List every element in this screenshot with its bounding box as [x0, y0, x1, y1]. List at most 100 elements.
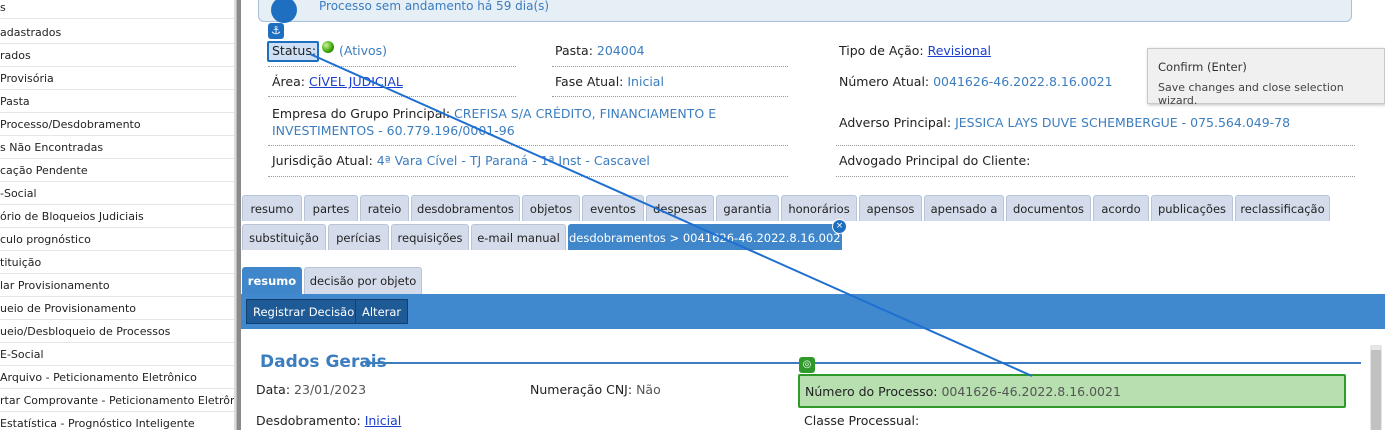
subtab-resumo[interactable]: resumo [242, 267, 302, 294]
sidebar-item[interactable]: ueio/Desbloqueio de Processos [0, 321, 234, 343]
status-label: Status: [272, 43, 317, 58]
sidebar-item[interactable]: lar Provisionamento [0, 275, 234, 297]
adverso-value: JESSICA LAYS DUVE SCHEMBERGUE - 075.564.… [955, 115, 1291, 130]
cnj-label: Numeração CNJ: [530, 382, 633, 397]
area-link[interactable]: CÍVEL JUDICIAL [309, 74, 403, 89]
sidebar-item[interactable]: Arquivo - Peticionamento Eletrônico [0, 367, 234, 389]
sidebar-item[interactable]: rados [0, 45, 234, 67]
tab-desdobramento-label: desdobramentos > 0041626-46.2022.8.16.00… [569, 231, 848, 245]
empresa-value-line1: CREFISA S/A CRÉDITO, FINANCIAMENTO E [454, 106, 717, 121]
sidebar-scrollbar[interactable] [234, 0, 236, 430]
tooltip-body: Save changes and close selection wizard. [1158, 81, 1344, 107]
sidebar-item[interactable]: adastrados [0, 22, 234, 44]
numero-processo-label: Número do Processo: [805, 384, 938, 399]
sidebar-item[interactable]: Pasta [0, 91, 234, 113]
dotted-separator [268, 145, 788, 146]
dotted-separator [268, 96, 516, 97]
tab-rateio[interactable]: rateio [360, 195, 409, 221]
panel-divider[interactable] [237, 0, 241, 430]
action-toolbar: Registrar Decisão Alterar [241, 294, 1385, 329]
tab-despesas[interactable]: despesas [646, 195, 714, 221]
tab-honorarios[interactable]: honorários [781, 195, 857, 221]
dotted-separator [552, 96, 788, 97]
dotted-separator [836, 176, 1355, 177]
sidebar-item[interactable]: rtar Comprovante - Peticionamento Eletrô… [0, 390, 234, 412]
sidebar-item[interactable]: Processo/Desdobramento [0, 114, 234, 136]
numero-atual-field: Número Atual: 0041626-46.2022.8.16.0021 [839, 74, 1113, 89]
status-value-text: (Ativos) [339, 43, 388, 58]
scrollbar-thumb[interactable] [1371, 350, 1381, 430]
adverso-label: Adverso Principal: [839, 115, 952, 130]
tab-objetos[interactable]: objetos [522, 195, 580, 221]
tab-apensos[interactable]: apensos [859, 195, 922, 221]
tab-pericias[interactable]: perícias [328, 224, 389, 250]
dotted-separator [836, 145, 1355, 146]
status-field: Status: [272, 43, 316, 58]
empresa-label: Empresa do Grupo Principal: [272, 106, 451, 121]
dotted-separator [268, 66, 516, 67]
tipo-acao-link[interactable]: Revisional [928, 43, 991, 58]
cnj-value: Não [636, 382, 661, 397]
tab-email-manual[interactable]: e-mail manual [471, 224, 566, 250]
data-value: 23/01/2023 [294, 382, 367, 397]
registrar-decisao-button[interactable]: Registrar Decisão [246, 299, 362, 324]
tab-apensado-a[interactable]: apensado a [924, 195, 1004, 221]
tab-resumo[interactable]: resumo [242, 195, 302, 221]
sidebar-item[interactable]: culo prognóstico [0, 229, 234, 251]
alert-text: Processo sem andamento há 59 dia(s) [319, 0, 550, 13]
tooltip-title: Confirm (Enter) [1158, 60, 1247, 74]
adverso-field: Adverso Principal: JESSICA LAYS DUVE SCH… [839, 115, 1290, 130]
subtab-decisao-por-objeto[interactable]: decisão por objeto [304, 267, 422, 294]
desdobramento-field: Desdobramento: Inicial [256, 413, 401, 428]
empresa-field-cont: INVESTIMENTOS - 60.779.196/0001-96 [272, 123, 515, 138]
sidebar-item[interactable]: ueio de Provisionamento [0, 298, 234, 320]
numero-processo-value: 0041626-46.2022.8.16.0021 [941, 384, 1121, 399]
desdobramento-label: Desdobramento: [256, 413, 361, 428]
numero-atual-value: 0041626-46.2022.8.16.0021 [933, 74, 1113, 89]
tab-publicacoes[interactable]: publicações [1151, 195, 1233, 221]
jurisdicao-field: Jurisdição Atual: 4ª Vara Cível - TJ Par… [272, 153, 650, 168]
content-scrollbar[interactable] [1370, 345, 1382, 430]
sidebar-item[interactable]: s Não Encontradas [0, 137, 234, 159]
anchor-icon[interactable]: ⚓ [268, 23, 284, 39]
status-green-dot-icon [322, 41, 334, 53]
close-icon[interactable]: × [832, 219, 847, 234]
sidebar-menu: s adastrados rados Provisória Pasta Proc… [0, 0, 237, 430]
tab-desdobramentos[interactable]: desdobramentos [411, 195, 520, 221]
sidebar-item[interactable]: s [0, 0, 234, 19]
section-rule [365, 360, 1361, 366]
desdobramento-link[interactable]: Inicial [365, 413, 402, 428]
tab-partes[interactable]: partes [304, 195, 358, 221]
tab-substituicao[interactable]: substituição [242, 224, 326, 250]
tab-desdobramento-detalhe[interactable]: desdobramentos > 0041626-46.2022.8.16.00… [568, 219, 848, 250]
sidebar-item[interactable]: E-Social [0, 344, 234, 366]
numero-processo-field[interactable]: Número do Processo: 0041626-46.2022.8.16… [798, 374, 1346, 408]
tab-documentos[interactable]: documentos [1006, 195, 1091, 221]
fase-field: Fase Atual: Inicial [555, 74, 664, 89]
sidebar-item[interactable]: Provisória [0, 68, 234, 90]
sidebar-item[interactable]: tituição [0, 252, 234, 274]
alterar-button[interactable]: Alterar [355, 299, 409, 324]
target-icon[interactable]: ◎ [799, 357, 815, 373]
sidebar-item[interactable]: ório de Bloqueios Judiciais [0, 206, 234, 228]
pasta-value: 204004 [596, 43, 645, 58]
jurisdicao-value: 4ª Vara Cível - TJ Paraná - 1ª Inst - Ca… [376, 153, 650, 168]
tipo-acao-label: Tipo de Ação: [839, 43, 924, 58]
tab-eventos[interactable]: eventos [582, 195, 644, 221]
tab-reclassificacao[interactable]: reclassificação [1235, 195, 1330, 221]
sidebar-item[interactable]: cação Pendente [0, 160, 234, 182]
tab-requisicoes[interactable]: requisições [391, 224, 469, 250]
fase-label: Fase Atual: [555, 74, 624, 89]
data-field: Data: 23/01/2023 [256, 382, 366, 397]
area-label: Área: [272, 74, 305, 89]
cnj-field: Numeração CNJ: Não [530, 382, 661, 397]
tab-garantia[interactable]: garantia [716, 195, 779, 221]
data-label: Data: [256, 382, 291, 397]
sidebar-item[interactable]: -Social [0, 183, 234, 205]
sidebar-item[interactable]: Estatística - Prognóstico Inteligente [0, 413, 234, 430]
dotted-separator [268, 176, 788, 177]
classe-processual-field: Classe Processual: [804, 413, 919, 428]
empresa-field: Empresa do Grupo Principal: CREFISA S/A … [272, 106, 716, 121]
tab-acordo[interactable]: acordo [1093, 195, 1149, 221]
status-value: (Ativos) [339, 43, 387, 58]
